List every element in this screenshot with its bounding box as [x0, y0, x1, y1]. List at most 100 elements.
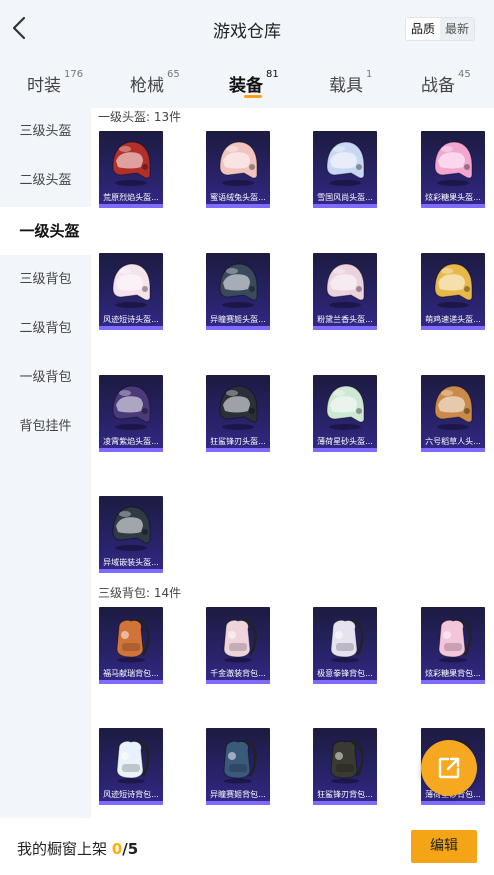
helmet-item-card[interactable]: 荒原烈焰头盔... [99, 131, 163, 208]
rarity-bar [421, 680, 485, 684]
backpack-icon [429, 613, 477, 663]
helmet-item-card[interactable]: 薄荷星砂头盔... [313, 375, 377, 452]
sort-toggle: 品质 最新 [405, 17, 475, 41]
rarity-bar [421, 448, 485, 452]
tab-label: 时装 [27, 76, 61, 96]
edit-button[interactable]: 编辑 [411, 830, 477, 863]
tab-count: 45 [458, 69, 471, 80]
backpack-icon [214, 613, 262, 663]
tab-label: 载具 [329, 76, 363, 96]
item-name: 炫彩糖果背包... [425, 669, 481, 678]
helmet-icon [429, 381, 477, 431]
rarity-bar [421, 204, 485, 208]
rarity-bar [99, 204, 163, 208]
item-name: 荒原烈焰头盔... [103, 193, 159, 202]
helmet-item-card[interactable]: 粉黛兰香头盔... [313, 253, 377, 330]
helmet-item-card[interactable]: 六号稻草人头... [421, 375, 485, 452]
sort-newest-button[interactable]: 最新 [440, 18, 474, 40]
sidebar-item-level2-backpack[interactable]: 二级背包 [0, 305, 91, 353]
helmet-icon [214, 137, 262, 187]
rarity-bar [99, 801, 163, 805]
rarity-bar [313, 326, 377, 330]
backpack-icon [214, 734, 262, 784]
helmet-item-card[interactable]: 炫彩糖果头盔... [421, 131, 485, 208]
item-name: 异域嵌装头盔... [103, 558, 159, 567]
tab-count: 65 [167, 69, 180, 80]
helmet-item-card[interactable]: 异域嵌装头盔... [99, 496, 163, 573]
item-name: 福马献瑞背包... [103, 669, 159, 678]
sidebar-item-level3-helmet[interactable]: 三级头盔 [0, 108, 91, 156]
showcase-max-count: /5 [122, 840, 139, 858]
tab-equipment[interactable]: 装备81 [229, 69, 279, 96]
helmet-item-card[interactable]: 雪国风尚头盔... [313, 131, 377, 208]
showcase-label: 我的橱窗上架 [17, 840, 108, 858]
backpack-item-card[interactable]: 风迹短诗背包... [99, 728, 163, 805]
tab-guns[interactable]: 枪械65 [130, 69, 180, 96]
item-name: 粉黛兰香头盔... [317, 315, 373, 324]
helmet-item-card[interactable]: 蜜语绒兔头盔... [206, 131, 270, 208]
share-fab-button[interactable] [421, 740, 477, 796]
item-name: 风迹短诗头盔... [103, 315, 159, 324]
item-name: 雪国风尚头盔... [317, 193, 373, 202]
helmet-icon [214, 381, 262, 431]
item-name: 异瞳赛姬头盔... [210, 315, 266, 324]
item-name: 风迹短诗背包... [103, 790, 159, 799]
showcase-current-count: 0 [111, 840, 123, 858]
helmet-icon [429, 137, 477, 187]
helmet-item-card[interactable]: 异瞳赛姬头盔... [206, 253, 270, 330]
item-name: 狂鲨锋刃头盔... [210, 437, 266, 446]
backpack-item-card[interactable]: 炫彩糖果背包... [421, 607, 485, 684]
helmet-icon [107, 137, 155, 187]
backpack-icon [321, 734, 369, 784]
rarity-bar [99, 448, 163, 452]
header: 游戏仓库 品质 最新 [0, 0, 494, 58]
sidebar-item-level2-helmet[interactable]: 二级头盔 [0, 157, 91, 205]
active-tab-indicator [244, 95, 262, 98]
rarity-bar [99, 680, 163, 684]
item-name: 异瞳赛姬背包... [210, 790, 266, 799]
sidebar: 三级头盔 二级头盔 一级头盔 三级背包 二级背包 一级背包 背包挂件 [0, 108, 99, 818]
helmet-item-card[interactable]: 风迹短诗头盔... [99, 253, 163, 330]
item-name: 薄荷星砂头盔... [317, 437, 373, 446]
item-name: 千金澈装背包... [210, 669, 266, 678]
rarity-bar [206, 204, 270, 208]
section-title: 一级头盔: 13件 [98, 110, 182, 124]
page: { "header": {"title": "游戏仓库", "sort_opti… [0, 0, 494, 875]
tab-vehicles[interactable]: 载具1 [329, 69, 373, 96]
tab-fashion[interactable]: 时装176 [27, 69, 83, 96]
backpack-icon [321, 613, 369, 663]
showcase-status: 我的橱窗上架 0/5 [17, 838, 138, 859]
category-tabs: 时装176 枪械65 装备81 载具1 战备45 [0, 58, 494, 106]
helmet-item-card[interactable]: 萌鸡速递头盔... [421, 253, 485, 330]
sidebar-item-level1-helmet[interactable]: 一级头盔 [0, 207, 99, 255]
helmet-icon [321, 381, 369, 431]
tab-label: 枪械 [130, 76, 164, 96]
backpack-item-card[interactable]: 福马献瑞背包... [99, 607, 163, 684]
rarity-bar [313, 801, 377, 805]
rarity-bar [421, 326, 485, 330]
section-title: 三级背包: 14件 [98, 586, 182, 600]
tab-count: 81 [266, 69, 279, 80]
backpack-icon [107, 613, 155, 663]
sort-quality-button[interactable]: 品质 [406, 18, 440, 40]
backpack-item-card[interactable]: 极意拳锋背包... [313, 607, 377, 684]
helmet-icon [214, 259, 262, 309]
rarity-bar [206, 448, 270, 452]
item-name: 极意拳锋背包... [317, 669, 373, 678]
sidebar-item-level3-backpack[interactable]: 三级背包 [0, 256, 91, 304]
tab-label: 装备 [229, 76, 263, 96]
helmet-item-card[interactable]: 凌霄紫焰头盔... [99, 375, 163, 452]
sidebar-item-level1-backpack[interactable]: 一级背包 [0, 354, 91, 402]
tab-count: 1 [366, 69, 373, 80]
rarity-bar [313, 204, 377, 208]
sidebar-item-backpack-charm[interactable]: 背包挂件 [0, 403, 91, 451]
helmet-icon [107, 381, 155, 431]
backpack-item-card[interactable]: 狂鲨锋刃背包... [313, 728, 377, 805]
tab-supplies[interactable]: 战备45 [421, 69, 471, 96]
backpack-item-card[interactable]: 异瞳赛姬背包... [206, 728, 270, 805]
rarity-bar [421, 801, 485, 805]
backpack-item-card[interactable]: 千金澈装背包... [206, 607, 270, 684]
helmet-item-card[interactable]: 狂鲨锋刃头盔... [206, 375, 270, 452]
rarity-bar [206, 326, 270, 330]
helmet-icon [321, 259, 369, 309]
